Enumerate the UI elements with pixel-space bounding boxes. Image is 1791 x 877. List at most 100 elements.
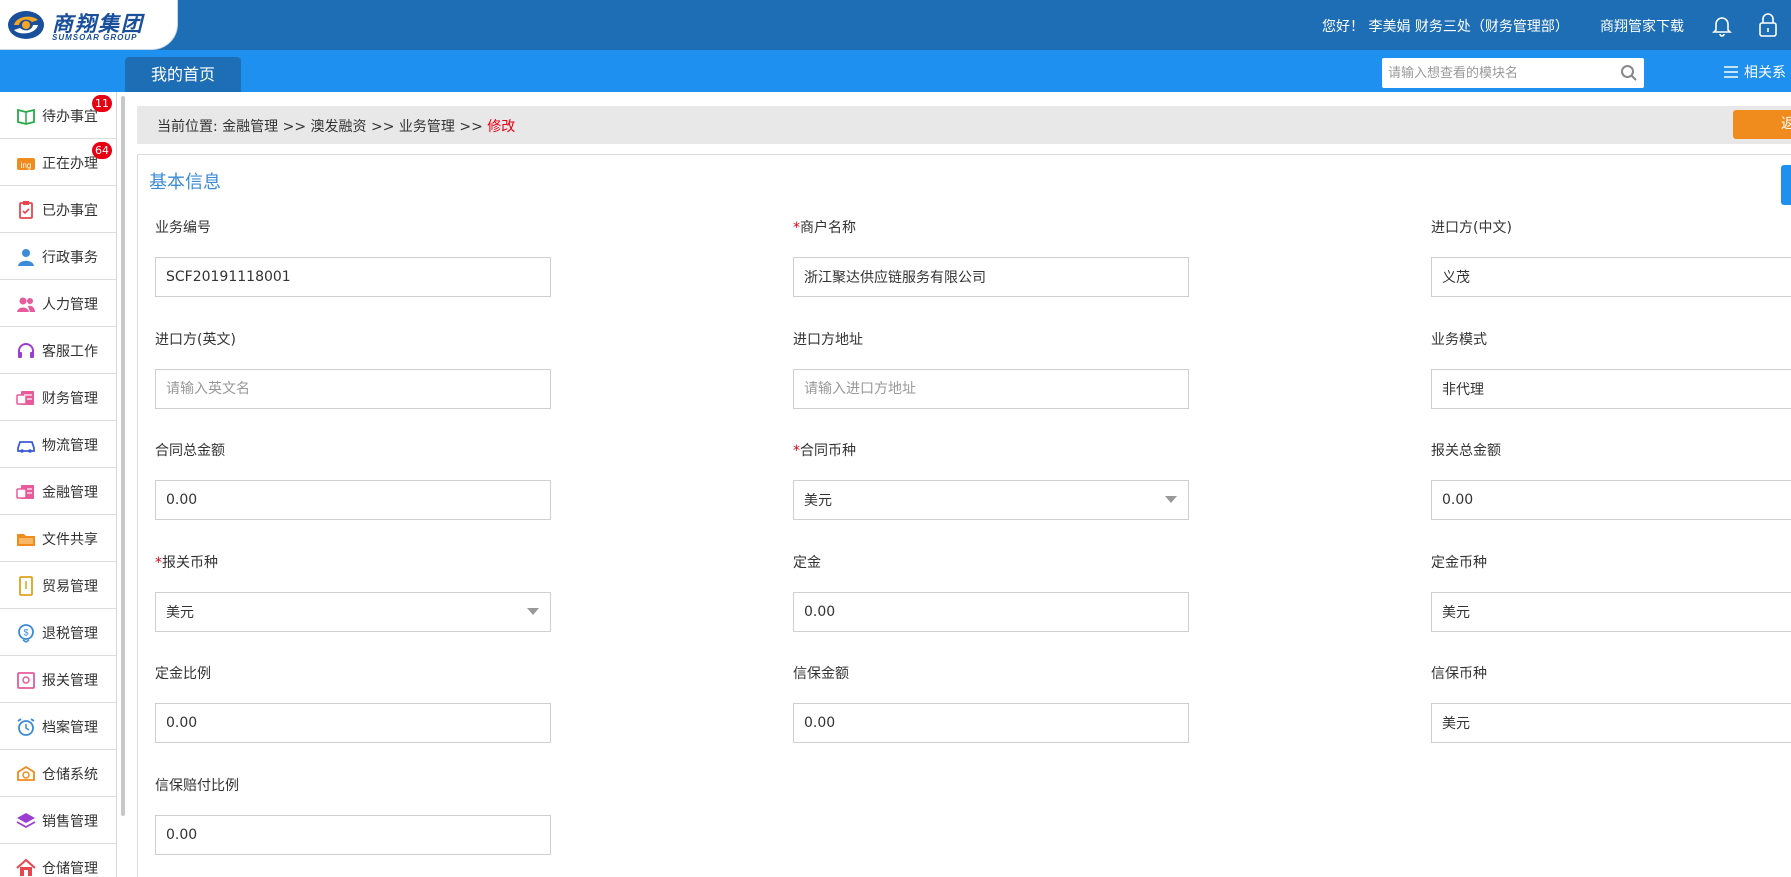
field-label: 合同总金额 xyxy=(155,440,225,460)
sidebar-item-label: 仓储管理 xyxy=(42,861,98,877)
count-badge: 64 xyxy=(92,142,112,159)
form-input[interactable] xyxy=(155,480,551,520)
house-icon xyxy=(16,858,36,877)
field-label-text: 业务编号 xyxy=(155,220,211,236)
panel-side-tab[interactable] xyxy=(1781,165,1791,205)
search-icon[interactable] xyxy=(1620,64,1638,82)
storage-icon xyxy=(16,764,36,784)
sidebar-item[interactable]: 仓储管理 xyxy=(0,844,117,877)
clipboard-icon xyxy=(16,200,36,220)
field-label-text: 进口方地址 xyxy=(793,331,863,348)
sidebar-item[interactable]: 人力管理 xyxy=(0,280,117,327)
form-input[interactable] xyxy=(793,368,1189,409)
sidebar-item[interactable]: 档案管理 xyxy=(0,703,117,750)
headset-icon xyxy=(16,341,36,361)
form-input[interactable] xyxy=(793,257,1189,297)
sidebar-item[interactable]: 报关管理 xyxy=(0,656,117,703)
search-input[interactable] xyxy=(1382,58,1612,88)
sidebar-item[interactable]: 已办事宜 xyxy=(0,186,117,233)
form-input[interactable] xyxy=(1431,480,1791,520)
required-mark: * xyxy=(155,554,162,571)
sidebar-item[interactable]: 待办事宜 11 xyxy=(0,92,117,139)
form-input[interactable] xyxy=(155,814,551,855)
people-icon xyxy=(16,294,36,314)
form-input[interactable] xyxy=(1431,368,1791,409)
chevron-down-icon[interactable] xyxy=(1165,496,1177,503)
sidebar-item[interactable]: 文件共享 xyxy=(0,515,117,562)
field-label: *商户名称 xyxy=(793,217,856,237)
field-label: 进口方(英文) xyxy=(155,329,236,349)
form-input[interactable] xyxy=(793,703,1189,743)
chevron-down-icon[interactable] xyxy=(527,607,539,615)
sidebar-item[interactable]: 贸易管理 xyxy=(0,562,117,609)
bell-icon[interactable] xyxy=(1710,13,1734,37)
field-label-text: 信保赔付比例 xyxy=(155,777,239,794)
customs-icon xyxy=(16,670,36,690)
sidebar-item-label: 客服工作 xyxy=(42,344,98,360)
download-link[interactable]: 商翔管家下载 xyxy=(1600,16,1684,36)
field-label-text: 进口方(英文) xyxy=(155,331,236,348)
sidebar-item-label: 销售管理 xyxy=(42,814,98,830)
menu-icon xyxy=(1724,66,1738,78)
sidebar-item-label: 仓储系统 xyxy=(42,767,98,783)
form-input[interactable] xyxy=(1431,703,1791,743)
breadcrumb-prefix: 当前位置: 金融管理 >> 澳发融资 >> 业务管理 >> xyxy=(157,119,488,135)
field-label-text: 商户名称 xyxy=(800,220,856,236)
svg-text:$: $ xyxy=(23,628,28,638)
currency-select[interactable] xyxy=(793,480,1189,520)
document-icon xyxy=(16,576,36,596)
basic-info-panel: 基本信息 业务编号*商户名称进口方(中文)进口方(英文)进口方地址业务模式合同总… xyxy=(137,154,1791,877)
back-button[interactable]: 返回 xyxy=(1733,110,1791,139)
sidebar-item-label: 正在办理 xyxy=(42,156,98,172)
finance-icon xyxy=(16,388,36,408)
sidebar-item[interactable]: ing 正在办理 64 xyxy=(0,139,117,186)
field-label: 进口方(中文) xyxy=(1431,217,1512,237)
form-input[interactable] xyxy=(155,703,551,743)
lock-icon[interactable] xyxy=(1757,12,1779,38)
field-label-text: 信保币种 xyxy=(1431,666,1487,682)
sidebar-item-label: 物流管理 xyxy=(42,438,98,454)
sidebar-scrollbar[interactable] xyxy=(119,96,127,816)
user-greeting: 您好！ 李美娟 财务三处（财务管理部） xyxy=(1322,19,1569,35)
sidebar-item-label: 文件共享 xyxy=(42,532,98,548)
field-label: *合同币种 xyxy=(793,440,856,460)
field-label-text: 定金比例 xyxy=(155,666,211,682)
required-mark: * xyxy=(793,220,800,236)
form-input[interactable] xyxy=(793,591,1189,632)
field-label: 报关总金额 xyxy=(1431,440,1501,460)
related-systems-menu[interactable]: 相关系 xyxy=(1724,62,1786,82)
sidebar-item-label: 金融管理 xyxy=(42,485,98,501)
nav-bar: 我的首页 相关系 xyxy=(0,50,1791,92)
sidebar-item[interactable]: $ 退税管理 xyxy=(0,609,117,656)
tab-home[interactable]: 我的首页 xyxy=(125,57,241,92)
sidebar-item[interactable]: 行政事务 xyxy=(0,233,117,280)
sidebar-item-label: 贸易管理 xyxy=(42,579,98,595)
sidebar-item-label: 报关管理 xyxy=(42,673,98,689)
ing-icon: ing xyxy=(16,153,36,173)
form-input[interactable] xyxy=(1431,257,1791,297)
sidebar-item[interactable]: 财务管理 xyxy=(0,374,117,421)
form-input[interactable] xyxy=(155,368,551,409)
breadcrumb-current: 修改 xyxy=(487,119,516,135)
field-label-text: 进口方(中文) xyxy=(1431,220,1512,236)
sidebar-item[interactable]: 物流管理 xyxy=(0,421,117,468)
field-label-text: 业务模式 xyxy=(1431,331,1487,348)
svg-text:ing: ing xyxy=(21,161,32,170)
sidebar-item[interactable]: 客服工作 xyxy=(0,327,117,374)
sidebar: 待办事宜 11 ing 正在办理 64 已办事宜行政事务人力管理客服工作财务管理物流管理金… xyxy=(0,92,117,877)
field-label-text: 信保金额 xyxy=(793,666,849,682)
form-input[interactable] xyxy=(155,257,551,297)
sidebar-item-label: 待办事宜 xyxy=(42,109,98,125)
person-icon xyxy=(16,247,36,267)
form-input[interactable] xyxy=(1431,591,1791,632)
field-label: 定金币种 xyxy=(1431,552,1487,572)
sidebar-item-label: 已办事宜 xyxy=(42,203,98,219)
sidebar-item[interactable]: 销售管理 xyxy=(0,797,117,844)
sidebar-item[interactable]: 金融管理 xyxy=(0,468,117,515)
scrollbar-thumb[interactable] xyxy=(121,96,125,816)
logo[interactable]: 商翔集团 SUMSOAR GROUP xyxy=(0,0,178,50)
currency-select[interactable] xyxy=(155,591,551,632)
sidebar-item-label: 人力管理 xyxy=(42,297,98,313)
field-label: 信保赔付比例 xyxy=(155,775,239,795)
sidebar-item[interactable]: 仓储系统 xyxy=(0,750,117,797)
